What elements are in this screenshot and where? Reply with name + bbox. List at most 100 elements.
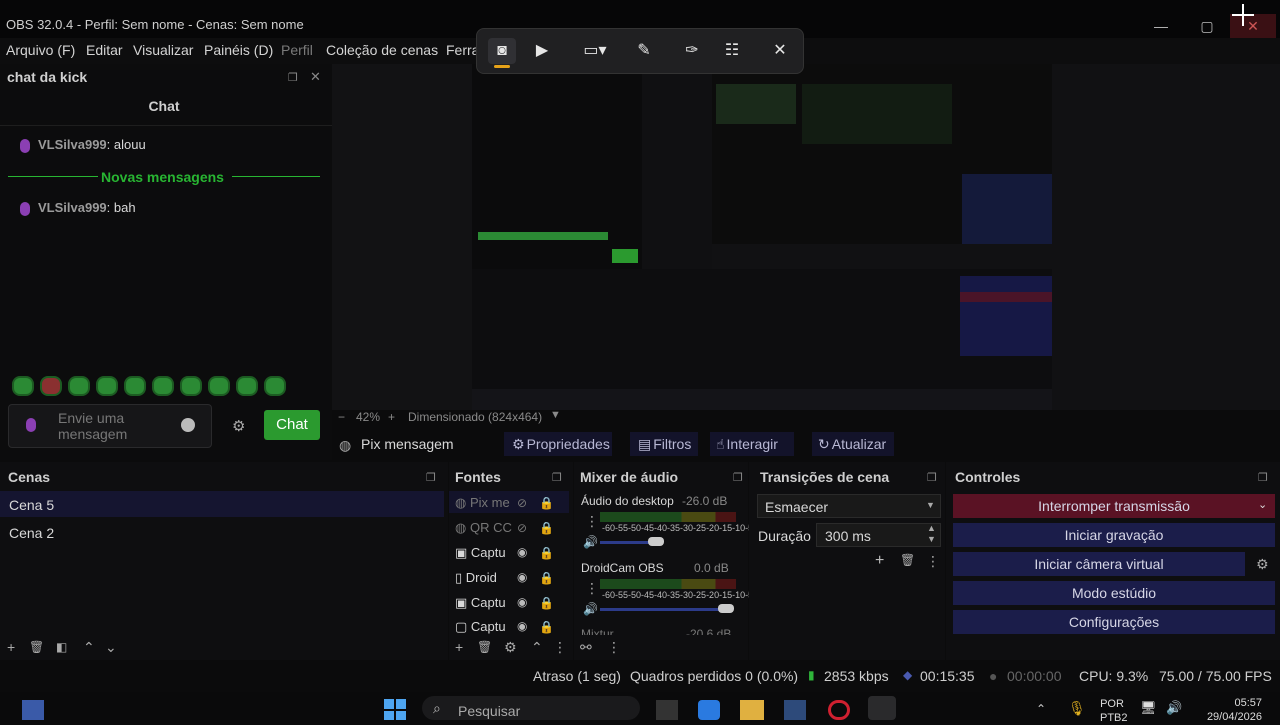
start-virtual-camera-button[interactable]: Iniciar câmera virtual <box>953 552 1245 576</box>
windows-start-icon[interactable] <box>384 699 406 720</box>
eye-icon[interactable]: ◉ <box>517 595 527 609</box>
trash-icon[interactable]: 🗑 <box>477 640 492 654</box>
copilot-icon[interactable] <box>698 700 720 720</box>
mic-tray-icon[interactable]: 🎙 <box>1068 700 1086 717</box>
add-icon[interactable]: + <box>875 552 884 570</box>
edit-icon[interactable]: ✎ <box>630 38 658 64</box>
eye-icon[interactable]: ◉ <box>517 570 527 584</box>
link-icon[interactable]: ⚯ <box>580 639 592 656</box>
language-indicator[interactable]: POR PTB2 <box>1100 697 1128 725</box>
minimize-button[interactable]: — <box>1138 14 1184 38</box>
chevron-down-icon[interactable]: ▼ <box>926 500 935 510</box>
properties-button[interactable]: ⚙ Propriedades <box>504 432 612 456</box>
emote-icon[interactable] <box>68 376 90 396</box>
menu-edit[interactable]: Editar <box>86 42 123 58</box>
undock-icon[interactable]: ❐ <box>288 71 298 84</box>
lock-icon[interactable]: 🔒 <box>539 496 554 510</box>
volume-slider-handle[interactable] <box>648 537 664 546</box>
menu-tools[interactable]: Ferra <box>446 42 479 58</box>
menu-file[interactable]: Arquivo (F) <box>6 42 75 58</box>
lock-icon[interactable]: 🔒 <box>539 571 554 585</box>
eye-icon[interactable]: ◉ <box>517 619 527 633</box>
task-view-icon[interactable] <box>656 700 678 720</box>
maximize-button[interactable]: ▢ <box>1184 14 1230 38</box>
volume-icon[interactable]: 🔊 <box>1166 700 1182 716</box>
menu-profile[interactable]: Perfil <box>281 42 313 58</box>
chevron-down-icon[interactable]: ⌄ <box>1258 498 1267 511</box>
lock-icon[interactable]: 🔒 <box>539 546 554 560</box>
tray-chevron-icon[interactable]: ⌃ <box>1036 702 1046 716</box>
filter-icon[interactable]: ◧ <box>56 640 67 654</box>
stop-streaming-button[interactable]: Interromper transmissão <box>953 494 1275 518</box>
undock-icon[interactable]: ❐ <box>552 471 562 484</box>
speaker-icon[interactable]: 🔊 <box>583 535 598 549</box>
volume-slider-handle[interactable] <box>718 604 734 613</box>
undock-icon[interactable]: ❐ <box>733 471 743 484</box>
emote-icon[interactable] <box>124 376 146 396</box>
gear-icon[interactable]: ⚙ <box>232 417 245 435</box>
scene-item[interactable]: Cena 2 <box>9 525 54 541</box>
more-icon[interactable]: ⋮ <box>607 639 621 656</box>
volume-slider-fill[interactable] <box>600 608 722 611</box>
source-item[interactable]: ▣ Captu <box>455 595 506 611</box>
emote-icon[interactable] <box>96 376 118 396</box>
source-item[interactable]: ◍ Pix me <box>455 495 510 511</box>
settings-button[interactable]: Configurações <box>953 610 1275 634</box>
gear-icon[interactable]: ⚙ <box>504 639 517 656</box>
network-icon[interactable]: 🖥 <box>1140 700 1157 716</box>
eye-hidden-icon[interactable]: ⊘ <box>517 521 527 535</box>
text-extract-icon[interactable]: ☷ <box>718 38 746 64</box>
source-item[interactable]: ▢ Captu <box>455 619 506 635</box>
lock-icon[interactable]: 🔒 <box>539 596 554 610</box>
trash-icon[interactable]: 🗑 <box>29 640 44 654</box>
steam-icon[interactable] <box>784 700 806 720</box>
snip-mode-icon[interactable]: ▭▾ <box>578 38 612 64</box>
chat-send-button[interactable]: Chat <box>264 410 320 440</box>
dock-close-icon[interactable]: ✕ <box>310 69 321 85</box>
source-item[interactable]: ◍ QR CC <box>455 520 512 536</box>
more-icon[interactable]: ⋮ <box>585 580 599 597</box>
emote-icon[interactable] <box>264 376 286 396</box>
scene-item[interactable]: Cena 5 <box>9 497 54 513</box>
up-icon[interactable]: ⌃ <box>83 639 95 656</box>
emoji-icon[interactable] <box>181 418 195 432</box>
camera-icon[interactable]: ◙ <box>488 38 516 64</box>
studio-mode-button[interactable]: Modo estúdio <box>953 581 1275 605</box>
filters-button[interactable]: ▤ Filtros <box>630 432 698 456</box>
snip-close-icon[interactable]: ✕ <box>766 38 794 64</box>
source-item[interactable]: ▣ Captu <box>455 545 506 561</box>
more-icon[interactable]: ⋮ <box>553 639 567 656</box>
lock-icon[interactable]: 🔒 <box>539 620 554 634</box>
folder-icon[interactable] <box>740 700 764 720</box>
refresh-button[interactable]: ↻ Atualizar <box>812 432 894 456</box>
undock-icon[interactable]: ❐ <box>927 471 937 484</box>
menu-docks[interactable]: Painéis (D) <box>204 42 273 58</box>
emote-icon[interactable] <box>40 376 62 396</box>
more-icon[interactable]: ⋮ <box>926 553 940 570</box>
obs-icon[interactable] <box>868 696 896 720</box>
down-icon[interactable]: ⌄ <box>105 639 117 656</box>
interact-button[interactable]: ☝ Interagir <box>710 432 794 456</box>
preview-canvas[interactable] <box>472 64 1280 410</box>
scene-item-selected[interactable] <box>0 491 444 517</box>
pen-icon[interactable]: ✑ <box>678 38 706 64</box>
emote-icon[interactable] <box>12 376 34 396</box>
opera-icon[interactable] <box>828 700 850 720</box>
eye-hidden-icon[interactable]: ⊘ <box>517 496 527 510</box>
video-icon[interactable]: ▶ <box>528 38 556 64</box>
zoom-minus[interactable]: − <box>338 410 345 424</box>
add-icon[interactable]: + <box>455 639 463 655</box>
up-icon[interactable]: ⌃ <box>531 639 543 656</box>
chevron-down-icon[interactable]: ▼ <box>550 409 561 421</box>
trash-icon[interactable]: 🗑 <box>900 553 915 567</box>
menu-scene-collection[interactable]: Coleção de cenas <box>326 42 438 58</box>
taskbar-search[interactable] <box>422 696 640 720</box>
emote-icon[interactable] <box>180 376 202 396</box>
eye-icon[interactable]: ◉ <box>517 545 527 559</box>
menu-view[interactable]: Visualizar <box>133 42 193 58</box>
add-icon[interactable]: + <box>7 639 15 655</box>
speaker-icon[interactable]: 🔊 <box>583 602 598 616</box>
file-explorer-icon[interactable] <box>22 700 44 720</box>
emote-icon[interactable] <box>236 376 258 396</box>
gear-icon[interactable]: ⚙ <box>1256 556 1269 573</box>
